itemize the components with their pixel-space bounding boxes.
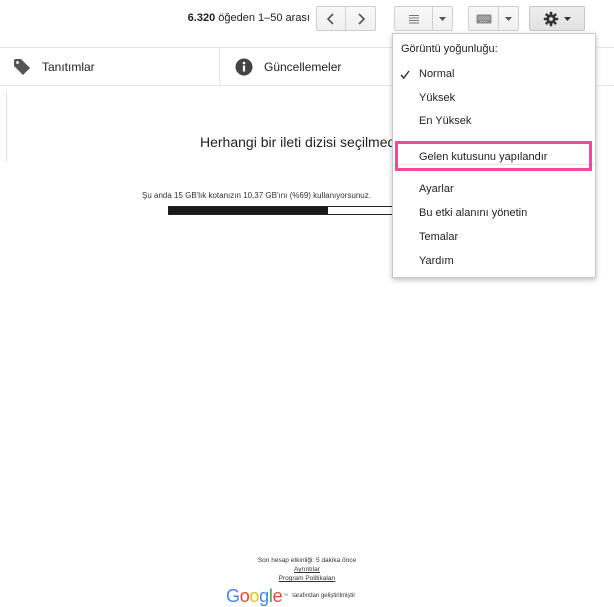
details-link[interactable]: Ayrıntılar	[294, 566, 320, 573]
density-highest-label: En Yüksek	[419, 115, 472, 127]
density-high-item[interactable]: Yüksek	[393, 88, 595, 108]
previous-page-button[interactable]	[316, 6, 345, 31]
help-item[interactable]: Yardım	[393, 251, 595, 271]
density-highest-item[interactable]: En Yüksek	[393, 111, 595, 131]
tab-promotions-label: Tanıtımlar	[42, 60, 95, 74]
google-logo-letter: o	[249, 585, 260, 606]
list-density-icon	[408, 14, 419, 23]
next-page-button[interactable]	[345, 6, 376, 31]
display-density-heading: Görüntü yoğunluğu:	[401, 43, 498, 55]
density-normal-label: Normal	[419, 68, 455, 80]
powered-by-google: Google ™ tarafından geliştirilmiştir	[226, 585, 355, 607]
google-logo-letter: o	[239, 585, 250, 606]
density-button[interactable]	[394, 6, 432, 31]
settings-item-label: Ayarlar	[419, 183, 454, 195]
input-tools-dropdown-button[interactable]	[498, 6, 519, 31]
density-normal-item[interactable]: Normal	[393, 64, 595, 84]
tab-updates[interactable]: Güncellemeler	[220, 48, 420, 86]
storage-quota-bar	[168, 206, 400, 215]
themes-label: Temalar	[419, 231, 459, 243]
storage-quota-fill	[169, 207, 328, 214]
info-icon	[234, 57, 254, 77]
google-logo: Google	[226, 585, 283, 607]
settings-button[interactable]	[529, 6, 585, 31]
chevron-right-icon	[357, 12, 365, 25]
program-policies-link[interactable]: Program Politikaları	[279, 575, 336, 582]
tag-icon	[12, 57, 32, 77]
manage-domain-item[interactable]: Bu etki alanını yönetin	[393, 203, 595, 223]
google-logo-letter: G	[226, 585, 240, 606]
tab-updates-label: Güncellemeler	[264, 60, 342, 74]
divider	[6, 92, 7, 162]
last-activity-text: Son hesap etkinliği: 5 dakika önce	[257, 557, 357, 564]
themes-item[interactable]: Temalar	[393, 227, 595, 247]
footer: Son hesap etkinliği: 5 dakika önce Ayrın…	[0, 556, 614, 583]
keyboard-icon	[476, 14, 491, 23]
density-dropdown-button[interactable]	[432, 6, 453, 31]
caret-down-icon	[564, 16, 571, 21]
checkmark-icon	[400, 64, 414, 84]
chevron-left-icon	[326, 12, 334, 25]
help-label: Yardım	[419, 255, 454, 267]
pager-text: 6.320 öğeden 1–50 arası	[187, 12, 310, 24]
no-conversation-selected-text: Herhangi bir ileti dizisi seçilmedi	[200, 134, 399, 150]
powered-by-text: tarafından geliştirilmiştir	[292, 593, 356, 599]
tab-promotions[interactable]: Tanıtımlar	[0, 48, 220, 86]
settings-menu: Görüntü yoğunluğu: Normal Yüksek En Yüks…	[392, 33, 596, 278]
settings-item[interactable]: Ayarlar	[393, 179, 595, 199]
storage-quota-text: Şu anda 15 GB'lık kotanızın 10,37 GB'ını…	[142, 191, 371, 200]
highlight-box	[395, 141, 592, 171]
density-high-label: Yüksek	[419, 92, 456, 104]
google-logo-letter: e	[272, 585, 283, 606]
caret-down-icon	[505, 16, 512, 21]
manage-domain-label: Bu etki alanını yönetin	[419, 207, 528, 219]
trademark-symbol: ™	[283, 593, 289, 599]
google-logo-letter: g	[259, 585, 269, 606]
gear-icon	[543, 11, 559, 26]
caret-down-icon	[439, 16, 446, 21]
input-tools-button[interactable]	[468, 6, 498, 31]
